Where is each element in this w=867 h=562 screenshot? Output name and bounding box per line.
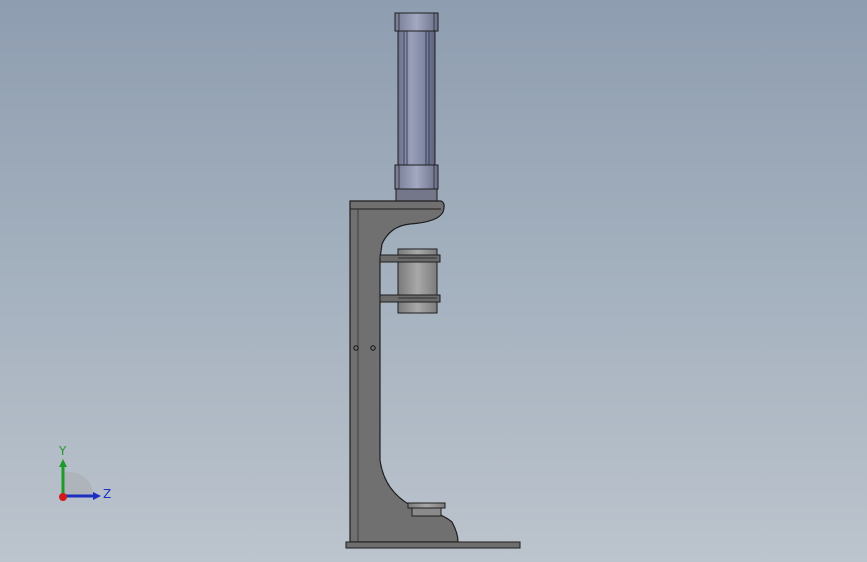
cylinder-top-cap bbox=[394, 12, 439, 32]
air-cylinder[interactable] bbox=[394, 12, 439, 202]
lower-die-top bbox=[407, 502, 446, 509]
cylinder-mount-plate bbox=[395, 188, 438, 202]
cylinder-bottom-cap bbox=[394, 164, 439, 190]
y-axis-label: Y bbox=[58, 444, 67, 458]
cad-model-press[interactable] bbox=[0, 0, 867, 562]
graphics-viewport[interactable]: Y Z bbox=[0, 0, 867, 562]
ram-top-flange bbox=[397, 248, 438, 256]
base-plate[interactable] bbox=[345, 541, 521, 549]
lower-die-body bbox=[411, 507, 442, 517]
ram-guide-assembly[interactable] bbox=[379, 248, 441, 314]
ram-body bbox=[397, 261, 438, 296]
x-axis-icon bbox=[59, 493, 67, 501]
upper-guide-arm bbox=[379, 254, 441, 263]
triad-xz-plane bbox=[63, 471, 94, 496]
orientation-triad: Y Z bbox=[58, 444, 111, 501]
lower-guide-arm bbox=[379, 294, 441, 303]
cylinder-barrel bbox=[397, 30, 436, 166]
z-axis-label: Z bbox=[103, 487, 111, 501]
lower-die[interactable] bbox=[407, 502, 446, 517]
ram-lower-body bbox=[397, 301, 438, 314]
